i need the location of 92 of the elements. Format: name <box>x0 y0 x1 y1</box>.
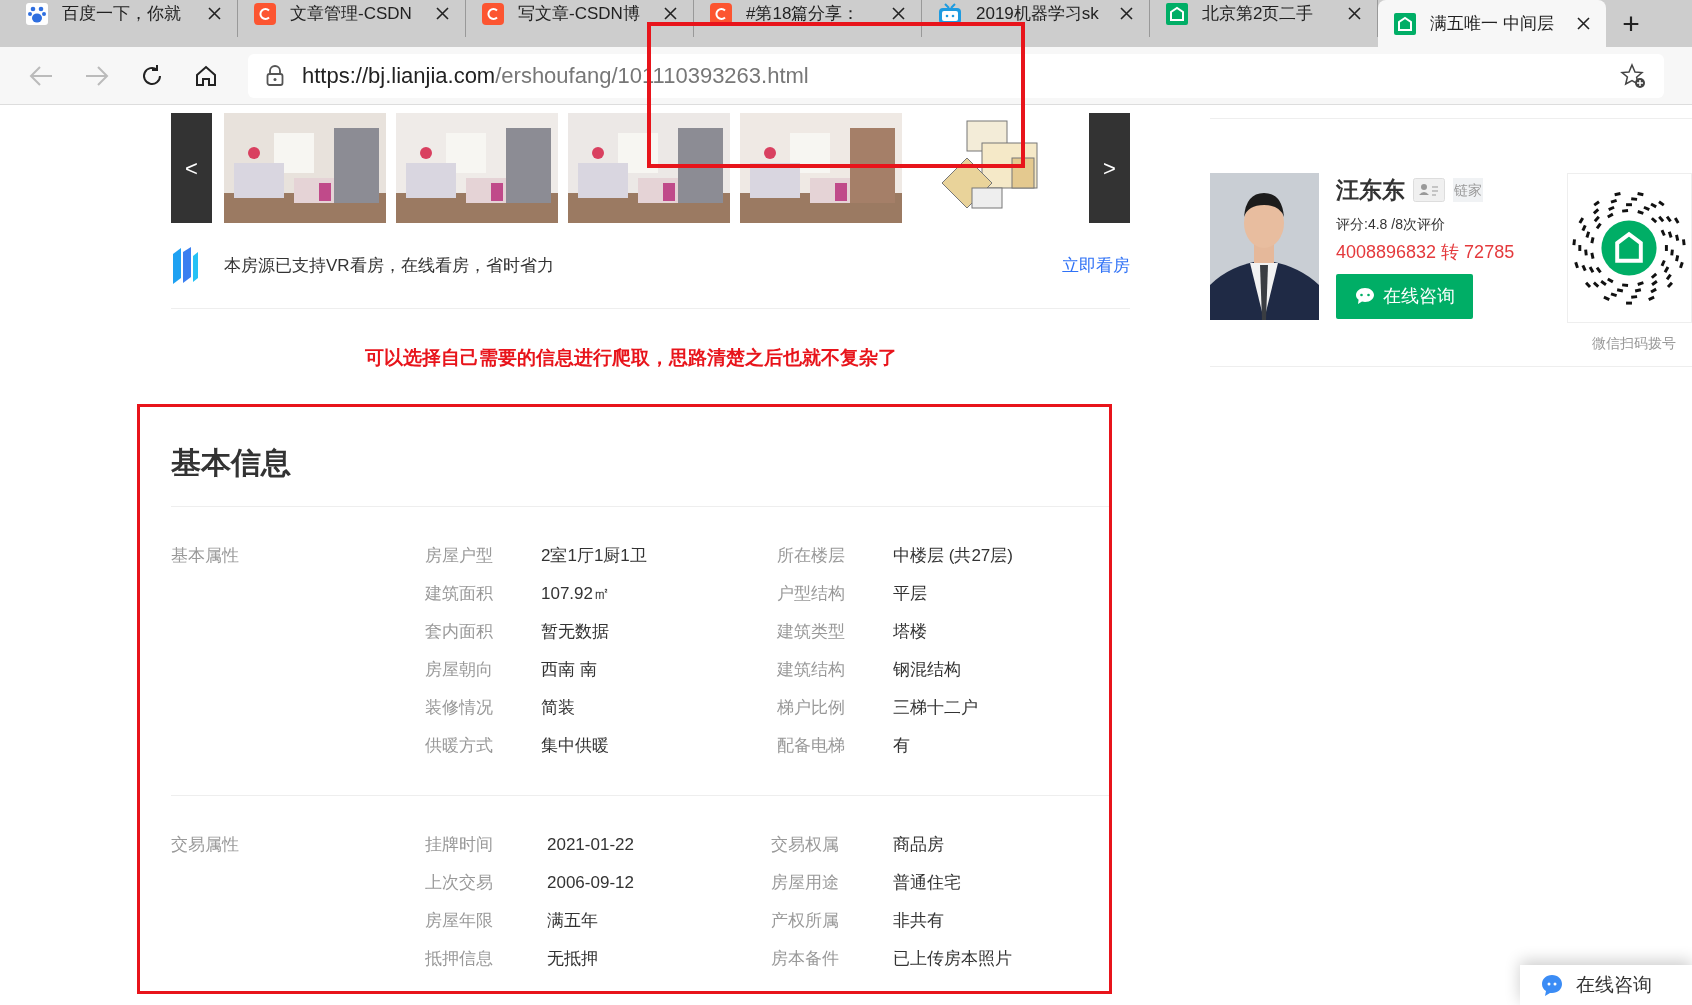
house-icon <box>1394 12 1416 35</box>
field-value: 2021-01-22 <box>546 834 635 857</box>
close-icon[interactable] <box>1348 7 1361 20</box>
next-button[interactable]: > <box>1089 113 1130 223</box>
tab-title: 满五唯一 中间层 <box>1430 12 1555 35</box>
field-value: 三梯十二户 <box>893 697 978 720</box>
field-label: 建筑结构 <box>777 659 846 682</box>
field-label: 配备电梯 <box>777 735 846 758</box>
tab-title: 文章管理-CSDN <box>290 2 413 25</box>
close-icon[interactable] <box>664 7 677 20</box>
field-value: 普通住宅 <box>892 872 961 895</box>
previous-button[interactable]: < <box>171 113 212 223</box>
field-label: 抵押信息 <box>425 948 494 971</box>
group-label: 基本属性 <box>171 545 240 567</box>
field-label: 挂牌时间 <box>425 834 494 857</box>
field-label: 套内面积 <box>425 621 494 644</box>
field-label: 户型结构 <box>777 583 846 606</box>
brand-tag: 链家 <box>1453 178 1483 203</box>
new-tab-button[interactable]: + <box>1606 0 1656 47</box>
consult-label: 在线咨询 <box>1576 972 1652 997</box>
c-logo-icon <box>710 2 732 25</box>
field-label: 上次交易 <box>425 872 494 895</box>
qr-caption: 微信扫码拨号 <box>1592 334 1676 353</box>
browser-tab[interactable]: 文章管理-CSDN <box>238 0 466 37</box>
field-label: 房屋朝向 <box>425 659 494 682</box>
chat-bubble-icon <box>1540 973 1564 997</box>
field-label: 房屋用途 <box>771 872 840 895</box>
floating-consult-panel[interactable]: 在线咨询 <box>1520 965 1692 1005</box>
field-label: 房屋户型 <box>425 545 494 568</box>
browser-tab[interactable]: 百度一下，你就 <box>10 0 238 37</box>
favorite-star-icon[interactable] <box>1620 62 1646 89</box>
field-label: 装修情况 <box>425 697 494 720</box>
browser-tab[interactable]: #第18篇分享： <box>694 0 922 37</box>
tab-title: 百度一下，你就 <box>62 2 182 25</box>
field-label: 所在楼层 <box>777 545 846 568</box>
browser-tab[interactable]: 北京第2页二手 <box>1150 0 1378 37</box>
browser-tab[interactable]: 满五唯一 中间层 <box>1378 0 1606 47</box>
paw-icon <box>26 2 48 25</box>
field-value: 非共有 <box>892 910 944 933</box>
field-value: 钢混结构 <box>893 659 961 682</box>
close-icon[interactable] <box>1577 17 1590 30</box>
field-value: 西南 南 <box>541 659 598 682</box>
field-value: 集中供暖 <box>541 735 610 758</box>
field-value: 2室1厅1厨1卫 <box>541 545 648 568</box>
view-now-link[interactable]: 立即看房 <box>1062 252 1130 279</box>
field-value: 满五年 <box>546 910 599 933</box>
field-label: 房屋年限 <box>425 910 494 933</box>
field-label: 房本备件 <box>771 948 840 971</box>
close-icon[interactable] <box>1120 7 1133 20</box>
field-label: 供暖方式 <box>425 735 494 758</box>
field-value: 塔楼 <box>893 621 927 644</box>
close-icon[interactable] <box>892 7 905 20</box>
field-value: 暂无数据 <box>541 621 610 644</box>
field-label: 产权所属 <box>771 910 840 933</box>
browser-tab[interactable]: 2019机器学习sk <box>922 0 1150 37</box>
field-value: 简装 <box>541 697 576 720</box>
tab-title: #第18篇分享： <box>746 2 861 25</box>
c-logo-icon <box>482 2 504 25</box>
vr-notice: 本房源已支持VR看房，在线看房，省时省力 <box>224 254 554 277</box>
field-value: 107.92㎡ <box>541 583 611 606</box>
tv-icon <box>938 2 962 25</box>
tab-title: 写文章-CSDN博 <box>518 2 641 25</box>
agent-phone: 4008896832 转 72785 <box>1336 240 1515 264</box>
field-value: 商品房 <box>892 834 944 857</box>
field-value: 中楼层 (共27层) <box>893 545 1013 568</box>
field-value: 已上传房本照片 <box>892 948 1012 971</box>
tab-title: 北京第2页二手 <box>1202 2 1315 25</box>
close-icon[interactable] <box>208 7 221 20</box>
c-logo-icon <box>254 2 276 25</box>
field-value: 无抵押 <box>546 948 599 971</box>
agent-rating: 评分:4.8 /8次评价 <box>1336 214 1446 234</box>
home-icon[interactable] <box>194 63 218 88</box>
field-value: 平层 <box>893 583 927 606</box>
chat-bubble-icon <box>1354 287 1375 305</box>
field-value: 2006-09-12 <box>546 872 635 895</box>
field-label: 建筑面积 <box>425 583 494 606</box>
field-label: 建筑类型 <box>777 621 846 644</box>
lock-icon <box>266 64 284 87</box>
tab-title: 2019机器学习sk <box>976 2 1100 25</box>
group-label: 交易属性 <box>171 834 240 856</box>
field-label: 梯户比例 <box>777 697 846 720</box>
field-value: 有 <box>893 735 910 758</box>
browser-tab[interactable]: 写文章-CSDN博 <box>466 0 694 37</box>
section-title: 基本信息 <box>171 445 291 481</box>
refresh-icon[interactable] <box>140 63 164 88</box>
agent-name: 汪东东 <box>1336 176 1405 205</box>
annotation-text: 可以选择自己需要的信息进行爬取，思路清楚之后也就不复杂了 <box>364 346 897 370</box>
house-icon <box>1166 2 1188 25</box>
id-card-icon <box>1413 178 1445 203</box>
field-label: 交易权属 <box>771 834 840 857</box>
close-icon[interactable] <box>436 7 449 20</box>
vr-logo-icon <box>171 245 199 286</box>
